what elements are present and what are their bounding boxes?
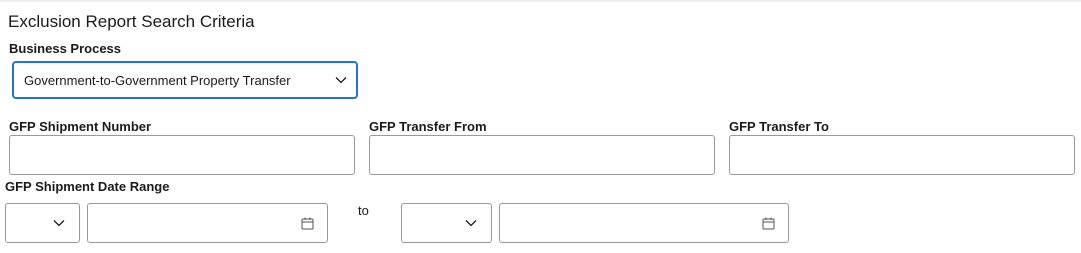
shipment-number-label: GFP Shipment Number [9,119,152,134]
chevron-down-icon [335,77,347,84]
business-process-select[interactable]: Government-to-Government Property Transf… [12,61,358,99]
end-date-operator-select[interactable] [401,203,492,243]
start-date-input[interactable] [87,203,328,243]
shipment-number-input[interactable] [9,135,355,175]
shipment-date-range-label: GFP Shipment Date Range [5,179,170,194]
chevron-down-icon [465,220,477,227]
date-range-separator: to [358,203,369,218]
transfer-from-input[interactable] [369,135,715,175]
page-title: Exclusion Report Search Criteria [8,12,255,31]
calendar-icon[interactable] [301,217,314,230]
business-process-selected-value: Government-to-Government Property Transf… [24,72,291,88]
chevron-down-icon [53,220,65,227]
end-date-input[interactable] [499,203,789,243]
calendar-icon[interactable] [762,217,775,230]
transfer-to-input[interactable] [729,135,1075,175]
top-divider [0,0,1081,2]
transfer-to-label: GFP Transfer To [729,119,829,134]
start-date-operator-select[interactable] [5,203,80,243]
transfer-from-label: GFP Transfer From [369,119,487,134]
business-process-label: Business Process [9,41,122,56]
